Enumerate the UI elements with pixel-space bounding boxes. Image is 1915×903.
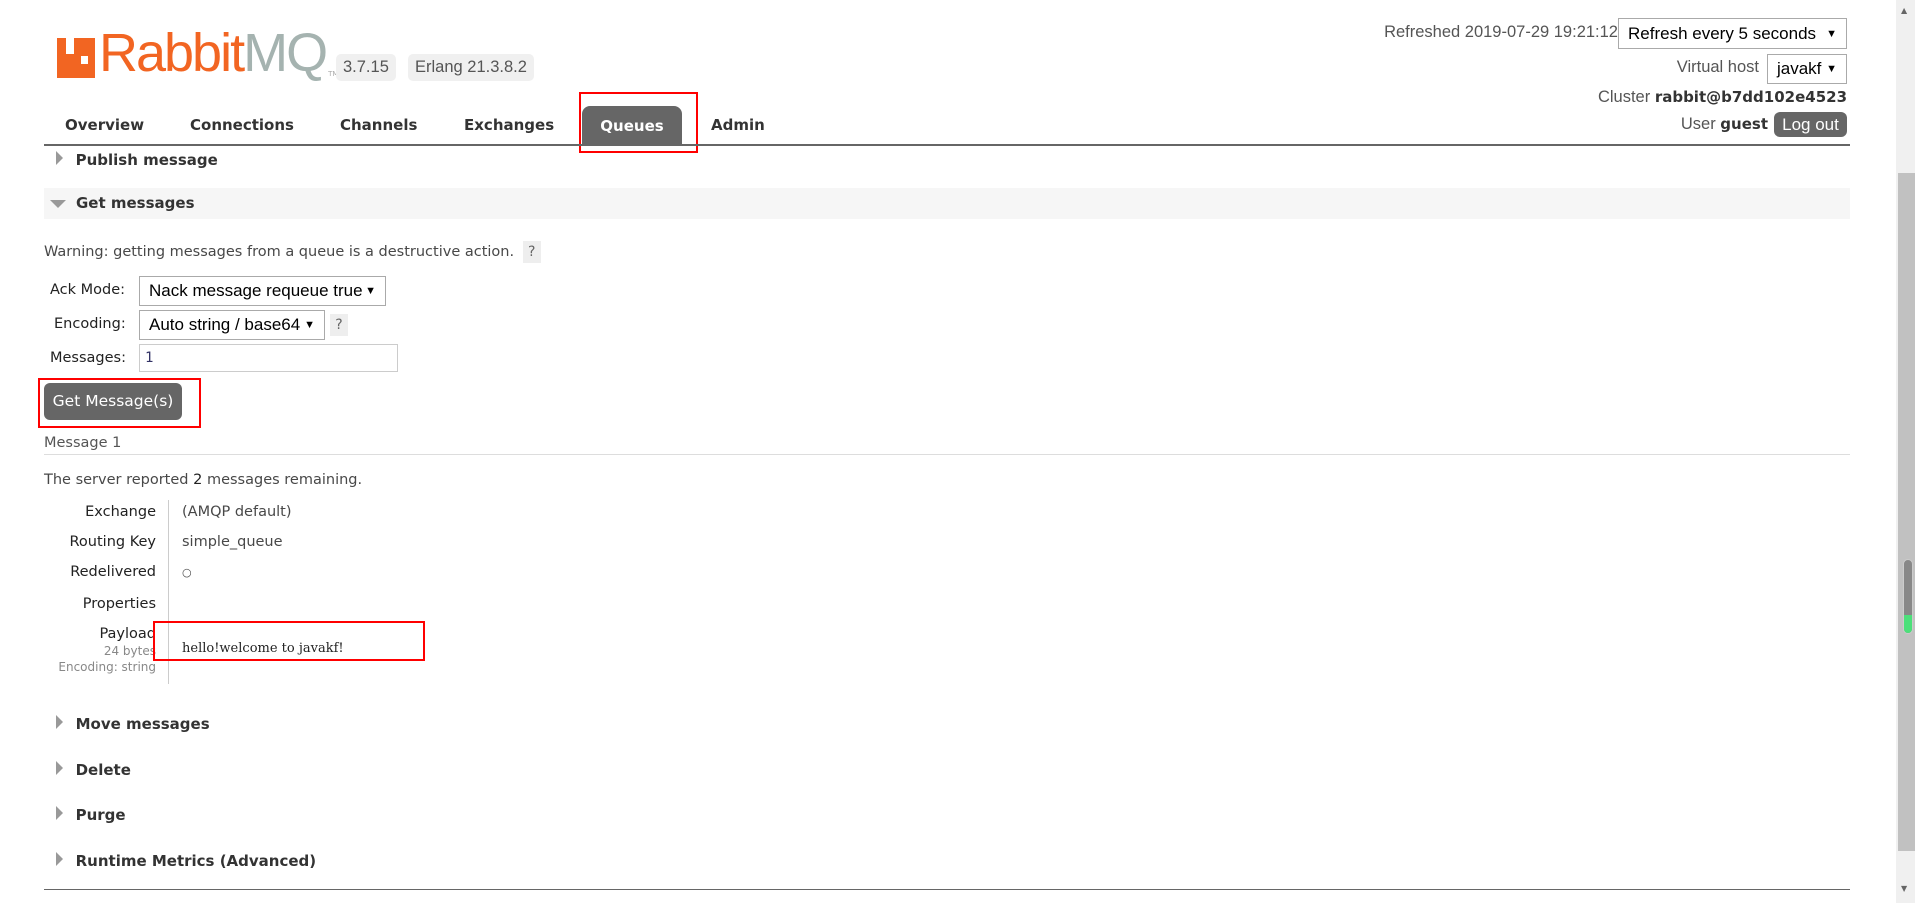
user-label: User <box>1680 115 1716 133</box>
section-get-messages[interactable]: Get messages <box>44 188 1850 219</box>
rabbitmq-logo: Rabbit MQ TM <box>57 26 338 80</box>
tab-overview[interactable]: Overview <box>65 116 144 134</box>
redelivered-value: ○ <box>182 566 192 579</box>
highlight-box <box>38 378 201 428</box>
redelivered-label: Redelivered <box>70 564 156 580</box>
remaining-prefix: The server reported <box>44 472 194 488</box>
logout-button[interactable]: Log out <box>1774 112 1847 137</box>
vhost-select-value: javakf <box>1777 59 1822 78</box>
section-title: Get messages <box>76 194 195 212</box>
cluster-name: rabbit@b7dd102e4523 <box>1654 88 1847 106</box>
ack-mode-label: Ack Mode: <box>50 282 126 298</box>
expand-arrow-icon <box>56 715 63 729</box>
remaining-suffix: messages remaining. <box>202 472 363 488</box>
remaining-text: The server reported 2 messages remaining… <box>44 472 362 488</box>
messages-count-input[interactable] <box>139 344 398 372</box>
warning-text: Warning: getting messages from a queue i… <box>44 241 541 263</box>
vertical-scrollbar[interactable]: ▲ ▼ <box>1896 0 1915 903</box>
section-title: Move messages <box>75 715 210 733</box>
routing-key-label: Routing Key <box>69 534 157 550</box>
dropdown-arrow-icon: ▼ <box>304 319 315 331</box>
section-runtime-metrics[interactable]: Runtime Metrics (Advanced) <box>56 852 316 870</box>
footer-divider <box>44 889 1850 890</box>
rabbit-logo-icon <box>57 38 95 78</box>
dropdown-arrow-icon: ▼ <box>1826 63 1837 75</box>
scroll-indicator-icon <box>1903 559 1913 634</box>
remaining-count: 2 <box>193 472 203 488</box>
vhost-select[interactable]: javakf ▼ <box>1767 54 1847 84</box>
payload-size: 24 bytes <box>103 644 156 658</box>
tab-exchanges[interactable]: Exchanges <box>464 116 554 134</box>
routing-key-value: simple_queue <box>182 534 283 550</box>
expand-arrow-icon <box>56 151 63 165</box>
highlight-box <box>153 621 425 661</box>
section-move-messages[interactable]: Move messages <box>56 715 210 733</box>
warning-message: Warning: getting messages from a queue i… <box>44 244 515 260</box>
message-divider <box>44 454 1850 455</box>
section-title: Delete <box>75 761 131 779</box>
version-badge: 3.7.15 <box>336 54 396 81</box>
section-title: Publish message <box>75 151 218 169</box>
exchange-label: Exchange <box>85 504 156 520</box>
refresh-select-value: Refresh every 5 seconds <box>1628 23 1817 43</box>
ack-mode-select[interactable]: Nack message requeue true ▼ <box>139 276 386 306</box>
ack-mode-value: Nack message requeue true <box>149 281 363 300</box>
exchange-value: (AMQP default) <box>182 504 292 520</box>
expand-arrow-icon <box>56 806 63 820</box>
messages-label: Messages: <box>50 350 126 366</box>
encoding-value: Auto string / base64 <box>149 315 301 334</box>
section-publish-message[interactable]: Publish message <box>56 151 218 169</box>
cluster-label: Cluster <box>1597 88 1651 106</box>
dropdown-arrow-icon: ▼ <box>1826 27 1837 40</box>
section-title: Purge <box>75 806 126 824</box>
user-name: guest <box>1720 115 1768 133</box>
nav-divider <box>44 144 1850 146</box>
expand-arrow-icon <box>56 852 63 866</box>
payload-encoding: Encoding: string <box>58 660 156 674</box>
scrollbar-thumb[interactable] <box>1898 173 1915 851</box>
tab-connections[interactable]: Connections <box>190 116 294 134</box>
message-title: Message 1 <box>44 435 122 451</box>
section-title: Runtime Metrics (Advanced) <box>75 852 317 870</box>
tab-channels[interactable]: Channels <box>340 116 417 134</box>
expand-arrow-icon <box>56 761 63 775</box>
collapse-arrow-icon <box>50 200 66 208</box>
payload-label: Payload <box>99 626 156 642</box>
help-icon[interactable]: ? <box>522 241 541 263</box>
erlang-badge: Erlang 21.3.8.2 <box>408 54 534 81</box>
section-purge[interactable]: Purge <box>56 806 126 824</box>
properties-label: Properties <box>82 596 156 612</box>
user-info: User guest <box>1681 115 1768 134</box>
cluster-info: Cluster rabbit@b7dd102e4523 <box>1598 88 1847 107</box>
refreshed-text: Refreshed 2019-07-29 19:21:12 <box>1384 23 1618 41</box>
refresh-interval-select[interactable]: Refresh every 5 seconds ▼ <box>1618 18 1847 49</box>
section-delete[interactable]: Delete <box>56 761 131 779</box>
encoding-label: Encoding: <box>54 316 126 332</box>
tab-admin[interactable]: Admin <box>711 116 765 134</box>
dropdown-arrow-icon: ▼ <box>365 285 376 297</box>
encoding-select[interactable]: Auto string / base64 ▼ <box>139 310 325 340</box>
encoding-help-icon[interactable]: ? <box>330 314 348 336</box>
vhost-label: Virtual host <box>1676 58 1759 76</box>
scroll-up-icon[interactable]: ▲ <box>1901 6 1907 15</box>
scroll-down-icon[interactable]: ▼ <box>1901 884 1907 893</box>
